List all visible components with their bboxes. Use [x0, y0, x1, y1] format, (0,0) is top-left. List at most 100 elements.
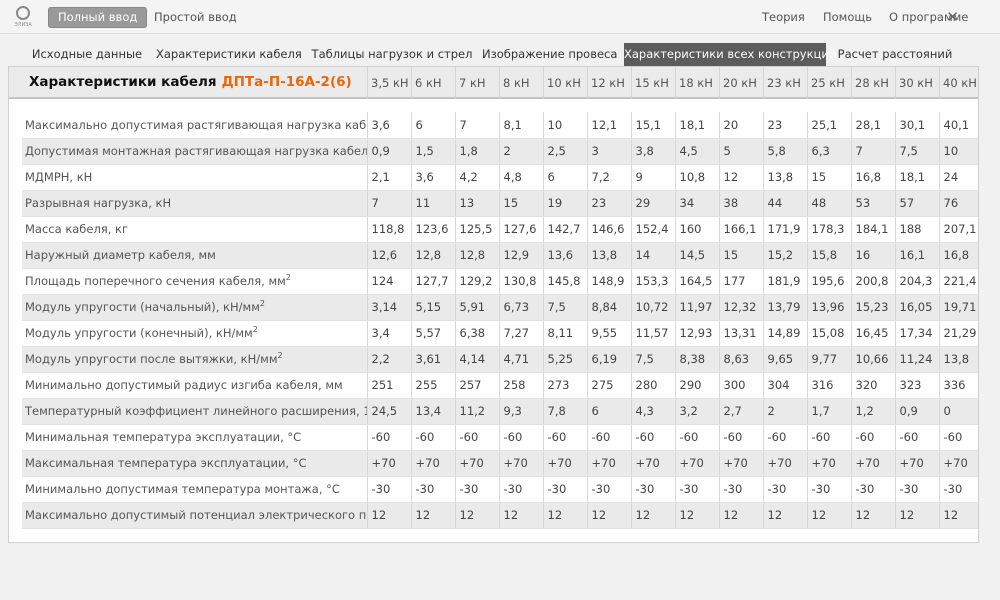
- table-cell: 316: [806, 372, 851, 399]
- table-cell: 15,2: [762, 242, 807, 269]
- table-cell: 20: [718, 112, 763, 139]
- table-row: Допустимая монтажная растягивающая нагру…: [22, 138, 978, 165]
- table-cell: +70: [806, 450, 851, 477]
- full-input-mode-button[interactable]: Полный ввод: [48, 7, 148, 28]
- table-cell: 4,5: [674, 138, 719, 165]
- table-cell: 257: [454, 372, 499, 399]
- table-cell: 2,5: [542, 138, 587, 165]
- tab-sag-image[interactable]: Изображение провеса: [482, 43, 617, 66]
- tab-input-data[interactable]: Исходные данные: [28, 43, 146, 66]
- column-header: 25 кН: [807, 67, 851, 99]
- column-header: 20 кН: [719, 67, 763, 99]
- row-label: Максимально допустимая растягивающая наг…: [22, 112, 367, 139]
- table-cell: 177: [718, 268, 763, 295]
- table-cell: +70: [894, 450, 939, 477]
- close-icon[interactable]: ✕: [946, 8, 959, 26]
- table-cell: 10,66: [850, 346, 895, 373]
- table-cell: -30: [938, 476, 978, 503]
- table-cell: 11,24: [894, 346, 939, 373]
- table-cell: 153,3: [630, 268, 675, 295]
- cable-name: ДПТа-П-16А-2(6): [221, 74, 352, 90]
- column-header: 23 кН: [763, 67, 807, 99]
- table-cell: 12: [894, 502, 939, 529]
- row-label: Допустимая монтажная растягивающая нагру…: [22, 138, 367, 165]
- table-cell: 12: [718, 502, 763, 529]
- tab-all-constructions[interactable]: Характеристики всех конструкций: [624, 43, 836, 66]
- table-cell: 184,1: [850, 216, 895, 243]
- table-cell: 130,8: [498, 268, 543, 295]
- table-cell: 10: [542, 112, 587, 139]
- table-cell: 178,3: [806, 216, 851, 243]
- table-cell: 44: [762, 190, 807, 217]
- table-cell: 15: [498, 190, 543, 217]
- table-cell: 16,8: [938, 242, 978, 269]
- table-cell: +70: [718, 450, 763, 477]
- table-cell: 11,97: [674, 294, 719, 321]
- tab-distance-calc[interactable]: Расчет расстояний: [836, 43, 954, 66]
- table-cell: 127,7: [410, 268, 455, 295]
- table-cell: 280: [630, 372, 675, 399]
- table-cell: 171,9: [762, 216, 807, 243]
- simple-input-mode-button[interactable]: Простой ввод: [144, 7, 247, 28]
- table-cell: 12,6: [366, 242, 411, 269]
- table-cell: 15: [718, 242, 763, 269]
- table-cell: -30: [498, 476, 543, 503]
- table-cell: 53: [850, 190, 895, 217]
- table-cell: 2: [498, 138, 543, 165]
- table-cell: -60: [366, 424, 411, 451]
- table-cell: 6,73: [498, 294, 543, 321]
- table-cell: 10,72: [630, 294, 675, 321]
- table-cell: 8,38: [674, 346, 719, 373]
- table-cell: 8,1: [498, 112, 543, 139]
- table-cell: 5,8: [762, 138, 807, 165]
- table-cell: 12: [762, 502, 807, 529]
- table-cell: 3,61: [410, 346, 455, 373]
- table-cell: 15,8: [806, 242, 851, 269]
- table-cell: 166,1: [718, 216, 763, 243]
- table-row: Температурный коэффициент линейного расш…: [22, 398, 978, 425]
- table-cell: 16: [850, 242, 895, 269]
- table-cell: 160: [674, 216, 719, 243]
- table-cell: 5: [718, 138, 763, 165]
- table-cell: 12: [410, 502, 455, 529]
- table-cell: 9,65: [762, 346, 807, 373]
- theory-link[interactable]: Теория: [762, 10, 805, 24]
- table-cell: 12: [806, 502, 851, 529]
- table-cell: 12: [674, 502, 719, 529]
- table-cell: 3: [586, 138, 631, 165]
- table-cell: 6,38: [454, 320, 499, 347]
- table-row: Масса кабеля, кг 118,8 123,6 125,5 127,6 142,…: [22, 216, 978, 243]
- table-row: Разрывная нагрузка, кН 7 11 13 15 19 23 29 34 38 4…: [22, 190, 978, 217]
- table-cell: -60: [894, 424, 939, 451]
- table-row: МДМРН, кН 2,1 3,6 4,2 4,8 6 7,2 9 10,8 12 13,8 15 16…: [22, 164, 978, 191]
- table-row: Максимально допустимый потенциал электри…: [22, 502, 978, 529]
- table-row: Площадь поперечного сечения кабеля, мм2 1…: [22, 268, 978, 295]
- panel-header: Характеристики кабеля ДПТа-П-16А-2(6) 3,5…: [9, 67, 978, 99]
- table-cell: 12,93: [674, 320, 719, 347]
- tab-cable-characteristics[interactable]: Характеристики кабеля: [156, 43, 302, 66]
- table-cell: 142,7: [542, 216, 587, 243]
- table-cell: 0,9: [894, 398, 939, 425]
- table-cell: 129,2: [454, 268, 499, 295]
- column-header: 28 кН: [851, 67, 895, 99]
- table-cell: 40,1: [938, 112, 978, 139]
- row-label: Максимально допустимый потенциал электри…: [22, 502, 367, 529]
- table-cell: -30: [586, 476, 631, 503]
- table-cell: 11,2: [454, 398, 499, 425]
- row-label: Минимальная температура эксплуатации, °C: [22, 424, 367, 451]
- table-cell: 17,34: [894, 320, 939, 347]
- table-cell: 0: [938, 398, 978, 425]
- table-cell: 3,6: [410, 164, 455, 191]
- table-cell: 7: [366, 190, 411, 217]
- table-cell: 12: [498, 502, 543, 529]
- table-cell: 320: [850, 372, 895, 399]
- help-link[interactable]: Помощь: [823, 10, 872, 24]
- table-row: Максимальная температура эксплуатации, °…: [22, 450, 978, 477]
- column-header: 18 кН: [675, 67, 719, 99]
- tab-load-tables[interactable]: Таблицы нагрузок и стрел: [310, 43, 474, 66]
- table-cell: -30: [850, 476, 895, 503]
- table-cell: 127,6: [498, 216, 543, 243]
- table-cell: +70: [630, 450, 675, 477]
- table-cell: -60: [586, 424, 631, 451]
- table-cell: 5,15: [410, 294, 455, 321]
